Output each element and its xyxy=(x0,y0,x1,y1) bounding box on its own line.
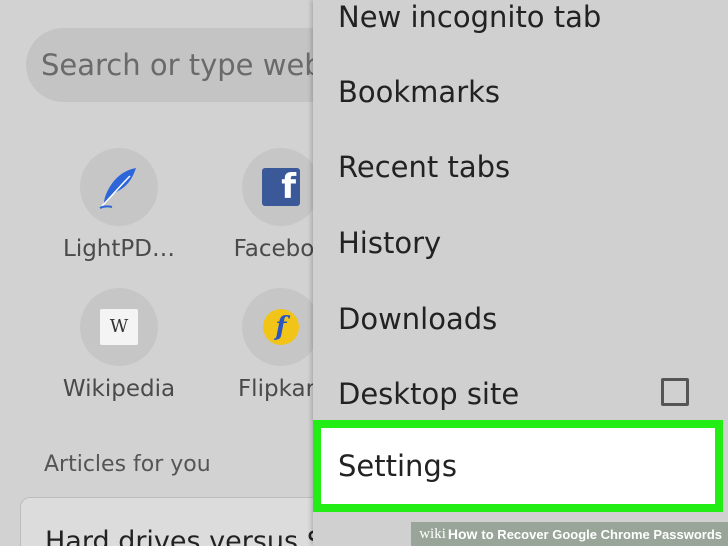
menu-item-label: History xyxy=(338,225,442,260)
shortcut-icon-circle: W xyxy=(80,288,158,366)
shortcut-icon-circle xyxy=(80,148,158,226)
menu-item-label: Settings xyxy=(338,449,457,483)
shortcut-label: LightPD… xyxy=(63,236,175,262)
menu-item-bookmarks[interactable]: Bookmarks xyxy=(313,54,728,129)
shortcut-wikipedia[interactable]: W Wikipedia xyxy=(44,288,194,402)
watermark-how: How xyxy=(447,526,478,542)
menu-item-label: Bookmarks xyxy=(338,74,501,109)
search-placeholder: Search or type web xyxy=(41,48,323,82)
shortcut-icon-circle: f xyxy=(242,148,320,226)
desktop-site-checkbox[interactable] xyxy=(661,378,689,406)
wikihow-watermark: wiki How to Recover Google Chrome Passwo… xyxy=(411,522,728,546)
watermark-title: to Recover Google Chrome Passwords xyxy=(481,526,722,542)
flipkart-icon: f xyxy=(263,309,299,345)
menu-item-recent-tabs[interactable]: Recent tabs xyxy=(313,129,728,204)
omnibox-search-bar[interactable]: Search or type web xyxy=(26,28,346,102)
menu-item-label: Desktop site xyxy=(338,376,520,411)
shortcut-icon-circle: f xyxy=(242,288,320,366)
articles-heading: Articles for you xyxy=(44,452,211,477)
menu-item-settings[interactable]: Settings xyxy=(313,420,723,512)
menu-item-history[interactable]: History xyxy=(313,205,728,280)
menu-item-label: Downloads xyxy=(338,301,498,336)
shortcut-label: Wikipedia xyxy=(62,376,176,402)
feather-icon xyxy=(99,168,136,209)
watermark-brand: wiki xyxy=(419,525,446,542)
menu-item-label: Recent tabs xyxy=(338,149,511,184)
menu-item-downloads[interactable]: Downloads xyxy=(313,281,728,356)
chrome-new-tab-page: Search or type web LightPD… f Faceboo W … xyxy=(0,0,728,546)
wikipedia-icon: W xyxy=(100,309,138,345)
menu-item-new-incognito-tab[interactable]: New incognito tab xyxy=(313,0,728,54)
shortcut-lightpdf[interactable]: LightPD… xyxy=(44,148,194,262)
menu-item-label: New incognito tab xyxy=(338,0,602,34)
facebook-icon: f xyxy=(262,168,300,206)
article-card[interactable]: Hard drives versus SSD xyxy=(20,497,360,546)
